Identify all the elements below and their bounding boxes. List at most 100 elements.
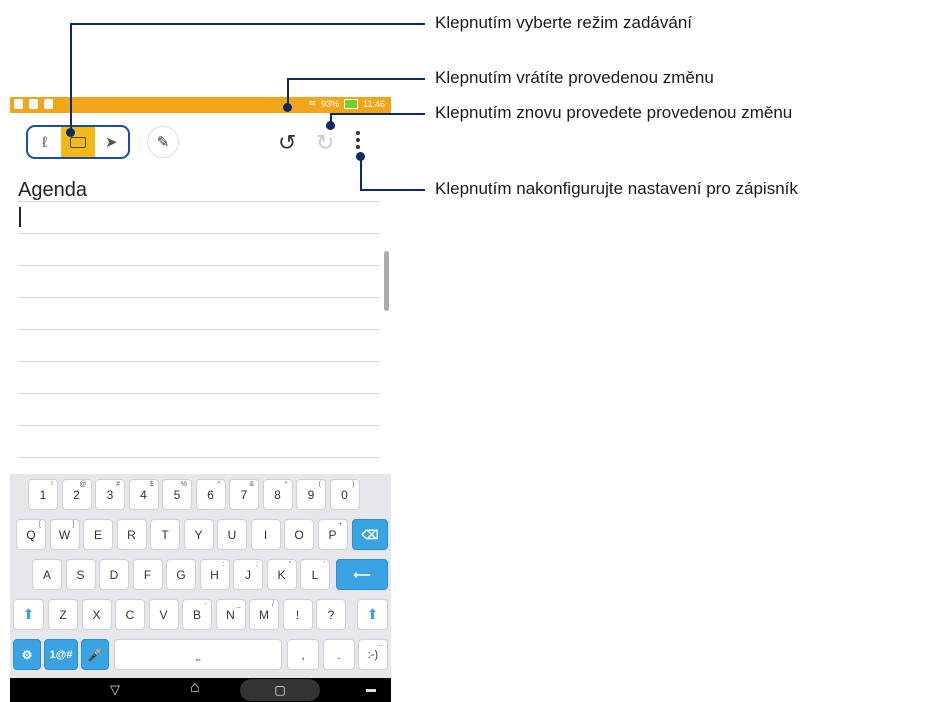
key-label: L (311, 567, 319, 582)
number-row: 1! 2 @3 #4 $5% 6 ^ 7 & 8 * 9(0) (10, 479, 391, 511)
more-dot-icon (356, 138, 360, 142)
note-title[interactable]: Agenda (18, 179, 87, 202)
home-button[interactable]: ⌂ (190, 679, 200, 697)
key-h[interactable]: H: (199, 559, 230, 590)
key-label: O (294, 527, 304, 542)
key-v[interactable]: V (148, 599, 179, 630)
battery-percent: 93% (321, 98, 340, 109)
callout-redo: Klepnutím znovu provedete provedenou změ… (435, 103, 793, 122)
handwriting-mode-button[interactable]: ℓ (28, 127, 61, 157)
on-screen-keyboard: 1! 2 @3 #4 $5% 6 ^ 7 & 8 * 9(0) Q[W] E R T Y U I O P + ⌫ ASDF… (10, 474, 391, 678)
key-label: I (263, 527, 268, 542)
callout-leader (287, 78, 289, 106)
key-alt-label: % (180, 481, 187, 488)
key-label: 5 (173, 487, 181, 502)
key-label: C (125, 607, 135, 622)
key-7[interactable]: 7 & (229, 479, 259, 510)
key-e[interactable]: E (83, 519, 113, 550)
clock: 11:46 (363, 98, 385, 109)
function-row: ⚙ 1@# 🎤 ⎵ , . :-) … (10, 639, 391, 671)
key-p[interactable]: P + (317, 519, 348, 550)
key-alt-label: ' (323, 561, 325, 568)
comma-key[interactable]: , (287, 639, 319, 670)
key-?[interactable]: ? (316, 599, 346, 630)
key-k[interactable]: K " (266, 559, 297, 590)
shift-key-right[interactable]: ⬆ (357, 599, 388, 630)
callout-leader (70, 23, 72, 131)
key-t[interactable]: T (150, 519, 180, 550)
shift-key-left[interactable]: ⬆ (13, 599, 44, 630)
symbols-key[interactable]: 1@# (44, 639, 78, 670)
key-6[interactable]: 6 ^ (195, 479, 226, 510)
key-label: Y (194, 527, 203, 542)
input-mode-selector: ℓ ➤ (26, 125, 130, 159)
key-5[interactable]: 5% (162, 479, 192, 510)
pen-mode-button[interactable]: ➤ (95, 127, 128, 157)
key-2[interactable]: 2 @ (61, 479, 92, 510)
key-label: 0 (341, 487, 348, 502)
key-label: D (109, 567, 119, 582)
key-3[interactable]: 3 # (95, 479, 125, 510)
keyboard-icon (69, 136, 86, 148)
key-b[interactable]: B- (182, 599, 212, 630)
space-key[interactable]: ⎵ (114, 639, 282, 670)
period-key[interactable]: . (323, 639, 355, 670)
key-label: ? (327, 607, 335, 622)
key-label: H (210, 567, 219, 582)
key-0[interactable]: 0) (329, 479, 360, 510)
key-o[interactable]: O (284, 519, 314, 550)
key-i[interactable]: I (250, 519, 281, 550)
key-alt-label: & (249, 481, 254, 488)
key-u[interactable]: U (217, 519, 247, 550)
backspace-key[interactable]: ⌫ (352, 519, 388, 550)
key-n[interactable]: N _ (215, 599, 246, 630)
more-options-button[interactable] (356, 131, 360, 149)
key-label: 3 (106, 487, 114, 502)
key-label: 7 (240, 487, 248, 502)
key-x[interactable]: X (81, 599, 112, 630)
key-g[interactable]: G (166, 559, 196, 590)
keyboard-switch-icon[interactable]: ▬ (366, 684, 376, 695)
key-m[interactable]: M / (249, 599, 279, 630)
status-bar: ≋ 93% 11:46 (10, 97, 391, 113)
key-z[interactable]: Z (48, 599, 78, 630)
key-s[interactable]: S (65, 559, 96, 590)
key-r[interactable]: R (116, 519, 147, 550)
undo-icon: ↺ (278, 130, 297, 155)
enter-key[interactable]: ⟵ (336, 559, 388, 590)
key-alt-label: : (222, 561, 225, 568)
key-![interactable]: ! (282, 599, 313, 630)
ruled-line (18, 393, 380, 394)
undo-button[interactable]: ↺ (278, 132, 296, 154)
key-y[interactable]: Y (183, 519, 214, 550)
settings-key[interactable]: ⚙ (13, 639, 41, 670)
key-c[interactable]: C (115, 599, 145, 630)
redo-button[interactable]: ↻ (316, 132, 334, 154)
back-button[interactable]: ▽ (110, 682, 120, 698)
handwriting-icon: ℓ (42, 133, 48, 151)
key-w[interactable]: W] (49, 519, 80, 550)
scrollbar[interactable] (384, 251, 389, 311)
note-canvas[interactable]: Agenda (10, 169, 391, 474)
microphone-key[interactable]: 🎤 (81, 639, 109, 670)
recent-apps-icon: ▢ (274, 683, 286, 697)
key-label: E (93, 527, 102, 542)
pen-style-button[interactable]: ✎ (147, 126, 179, 158)
recent-apps-button[interactable]: ▢ (240, 679, 320, 701)
key-l[interactable]: L ' (300, 559, 330, 590)
smiley-key[interactable]: :-) … (358, 639, 388, 670)
key-j[interactable]: J; (233, 559, 263, 590)
key-9[interactable]: 9( (296, 479, 326, 510)
callout-leader (360, 156, 362, 191)
key-a[interactable]: A (32, 559, 62, 590)
key-1[interactable]: 1! (28, 479, 58, 510)
key-alt-label: ( (318, 481, 321, 488)
key-label: T (161, 527, 169, 542)
key-8[interactable]: 8 * (262, 479, 293, 510)
home-row: A S D F G H: J; K " L ' ⟵ (10, 559, 391, 591)
key-d[interactable]: D (99, 559, 129, 590)
key-f[interactable]: F (132, 559, 163, 590)
ruled-line (18, 329, 380, 330)
key-q[interactable]: Q[ (16, 519, 46, 550)
key-4[interactable]: 4 $ (128, 479, 159, 510)
